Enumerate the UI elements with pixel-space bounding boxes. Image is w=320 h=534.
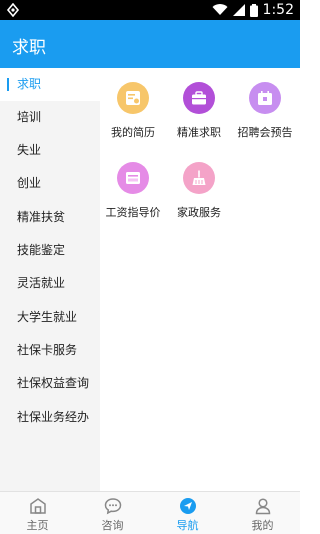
status-time: 1:52 — [262, 2, 294, 18]
home-icon — [30, 498, 46, 514]
app-bar: 求职 — [0, 20, 300, 68]
service-precise-job-search[interactable]: 精准求职 — [166, 68, 232, 139]
user-icon — [255, 498, 271, 515]
service-grid: 我的简历 精准求职 招聘会预告 工资指导价 家政服务 — [100, 68, 300, 491]
nav-label: 导航 — [176, 519, 199, 532]
service-label: 精准求职 — [177, 126, 221, 139]
active-indicator — [7, 78, 9, 91]
sidebar-item-label: 大学生就业 — [17, 310, 78, 324]
category-sidebar: 求职 培训 失业 创业 精准扶贫 技能鉴定 灵活就业 大学生就业 社保卡服务 社… — [0, 68, 100, 491]
sidebar-item-entrepreneurship[interactable]: 创业 — [0, 167, 100, 200]
sidebar-item-label: 技能鉴定 — [17, 243, 66, 257]
sidebar-item-label: 社保卡服务 — [17, 343, 78, 357]
nav-consult[interactable]: 咨询 — [75, 492, 150, 534]
wage-icon — [117, 162, 149, 194]
status-bar: 1:52 — [0, 0, 300, 20]
service-label: 家政服务 — [177, 206, 221, 219]
sidebar-item-job-seeking[interactable]: 求职 — [0, 68, 100, 101]
page-title: 求职 — [12, 38, 46, 58]
service-label: 我的简历 — [111, 126, 155, 139]
sidebar-item-social-security-rights[interactable]: 社保权益查询 — [0, 367, 100, 400]
sidebar-item-poverty-alleviation[interactable]: 精准扶贫 — [0, 201, 100, 234]
nav-label: 我的 — [251, 519, 274, 532]
sidebar-item-label: 灵活就业 — [17, 276, 66, 290]
sidebar-item-social-security-business[interactable]: 社保业务经办 — [0, 401, 100, 434]
service-job-fair-preview[interactable]: 招聘会预告 — [232, 68, 298, 139]
nav-navigation[interactable]: 导航 — [150, 492, 225, 534]
briefcase-icon — [183, 82, 215, 114]
nav-label: 主页 — [26, 519, 49, 532]
service-wage-guide-price[interactable]: 工资指导价 — [100, 148, 166, 219]
sidebar-item-label: 精准扶贫 — [17, 210, 66, 224]
battery-icon — [249, 3, 258, 17]
app-notification-icon — [6, 3, 20, 17]
sidebar-item-label: 社保业务经办 — [17, 410, 90, 424]
nav-label: 咨询 — [101, 519, 124, 532]
service-label: 工资指导价 — [105, 206, 161, 219]
navigation-icon — [180, 498, 196, 514]
service-housekeeping[interactable]: 家政服务 — [166, 148, 232, 219]
nav-home[interactable]: 主页 — [0, 492, 75, 534]
bottom-navigation: 主页 咨询 导航 我的 — [0, 491, 300, 534]
calendar-icon — [249, 82, 281, 114]
sidebar-item-label: 创业 — [17, 176, 42, 190]
resume-icon — [117, 82, 149, 114]
chat-icon — [104, 498, 122, 515]
broom-icon — [183, 162, 215, 194]
wifi-icon — [212, 4, 228, 16]
service-label: 招聘会预告 — [237, 126, 293, 139]
signal-icon — [232, 4, 245, 16]
sidebar-item-label: 求职 — [17, 77, 42, 91]
sidebar-item-label: 社保权益查询 — [17, 376, 90, 390]
service-my-resume[interactable]: 我的简历 — [100, 68, 166, 139]
sidebar-item-flexible-employment[interactable]: 灵活就业 — [0, 267, 100, 300]
sidebar-item-graduate-employment[interactable]: 大学生就业 — [0, 301, 100, 334]
sidebar-item-social-security-card[interactable]: 社保卡服务 — [0, 334, 100, 367]
sidebar-item-label: 失业 — [17, 143, 42, 157]
nav-mine[interactable]: 我的 — [225, 492, 300, 534]
sidebar-item-unemployment[interactable]: 失业 — [0, 134, 100, 167]
sidebar-item-label: 培训 — [17, 110, 42, 124]
sidebar-item-training[interactable]: 培训 — [0, 101, 100, 134]
sidebar-item-skill-appraisal[interactable]: 技能鉴定 — [0, 234, 100, 267]
